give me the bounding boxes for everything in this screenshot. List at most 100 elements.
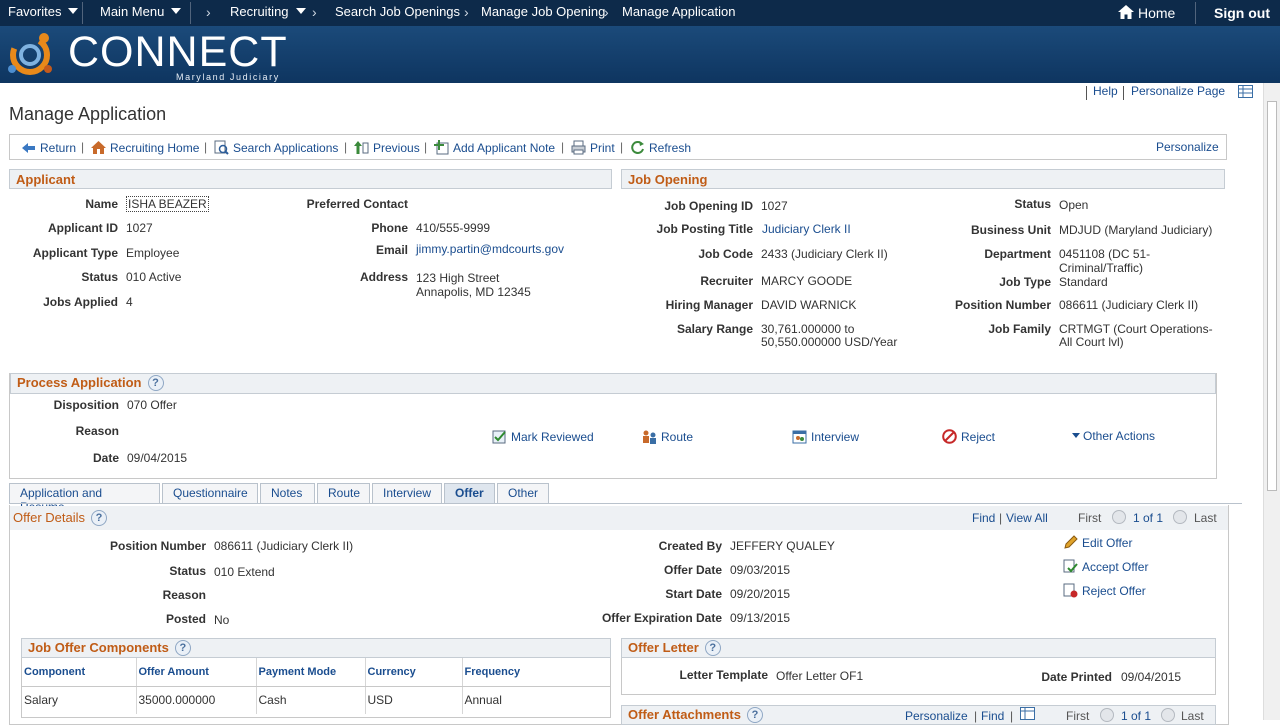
tab-questionnaire[interactable]: Questionnaire	[162, 483, 258, 503]
column-header-offer-amount[interactable]: Offer Amount	[136, 658, 257, 687]
divider: |	[204, 140, 208, 154]
favorites-menu[interactable]: Favorites	[8, 4, 79, 19]
recruiting-home-label: Recruiting Home	[110, 141, 200, 155]
home-label: Home	[1138, 5, 1176, 21]
banner: CONNECT Maryland Judiciary	[0, 26, 1280, 83]
reject-offer-label: Reject Offer	[1082, 584, 1146, 598]
reject-document-icon	[1063, 583, 1078, 598]
offer-expiration: 09/13/2015	[730, 611, 791, 625]
offer-position: 086611 (Judiciary Clerk II)	[214, 539, 354, 553]
divider: |	[1010, 709, 1014, 723]
search-applications-button[interactable]: Search Applications	[214, 140, 338, 155]
last-link[interactable]: Last	[1194, 511, 1217, 525]
offer-details-title: Offer Details?	[13, 510, 108, 526]
business-unit: MDJUD (Maryland Judiciary)	[1059, 223, 1213, 237]
attachments-last-link[interactable]: Last	[1181, 709, 1204, 723]
recruiting-home-button[interactable]: Recruiting Home	[91, 140, 199, 155]
print-button[interactable]: Print	[571, 140, 615, 155]
refresh-button[interactable]: Refresh	[630, 140, 691, 155]
created-by: JEFFERY QUALEY	[730, 539, 835, 553]
view-all-link[interactable]: View All	[1006, 511, 1048, 525]
tab-interview[interactable]: Interview	[372, 483, 442, 503]
personalize-page-link[interactable]: Personalize Page	[1131, 84, 1225, 98]
offer-position-label: Position Number	[109, 539, 206, 553]
nav-divider	[82, 2, 83, 24]
help-link[interactable]: Help	[1093, 84, 1118, 98]
attachments-first-link[interactable]: First	[1066, 709, 1089, 723]
date-printed: 09/04/2015	[1121, 670, 1182, 684]
tab-notes[interactable]: Notes	[260, 483, 315, 503]
reject-button[interactable]: Reject	[942, 429, 995, 444]
start-date: 09/20/2015	[730, 587, 791, 601]
accept-offer-button[interactable]: Accept Offer	[1063, 559, 1148, 574]
jobs-applied-label: Jobs Applied	[43, 295, 118, 309]
help-icon[interactable]: ?	[746, 707, 763, 723]
help-icon[interactable]: ?	[91, 510, 108, 526]
tab-route[interactable]: Route	[317, 483, 370, 503]
reject-label: Reject	[961, 430, 996, 444]
chevron-right-icon: ›	[206, 4, 211, 20]
applicant-status-label: Status	[81, 270, 118, 284]
other-actions-menu[interactable]: Other Actions	[1072, 429, 1155, 443]
tab-other[interactable]: Other	[497, 483, 549, 503]
help-icon[interactable]: ?	[174, 640, 191, 656]
search-applications-label: Search Applications	[233, 141, 339, 155]
help-icon[interactable]: ?	[704, 640, 721, 656]
cell-offer-amount: 35000.000000	[136, 686, 257, 714]
divider: |	[974, 709, 978, 723]
previous-button[interactable]: Previous	[354, 140, 420, 155]
action-toolbar: Return | Recruiting Home | Search Applic…	[9, 134, 1227, 160]
edit-offer-button[interactable]: Edit Offer	[1063, 535, 1132, 550]
attachments-personalize-link[interactable]: Personalize	[905, 709, 968, 723]
disposition-label: Disposition	[53, 398, 119, 412]
breadcrumb-search-job-openings[interactable]: Search Job Openings	[335, 4, 460, 19]
table-header-row: Component Offer Amount Payment Mode Curr…	[22, 658, 610, 687]
column-header-currency[interactable]: Currency	[365, 658, 463, 687]
attachments-find-link[interactable]: Find	[981, 709, 1004, 723]
divider	[1086, 86, 1087, 100]
grid-view-icon[interactable]	[1020, 707, 1035, 720]
first-link[interactable]: First	[1078, 511, 1101, 525]
vertical-scrollbar[interactable]	[1263, 83, 1280, 720]
route-button[interactable]: Route	[642, 429, 693, 444]
personalize-link[interactable]: Personalize	[1156, 140, 1219, 154]
posted-label: Posted	[165, 612, 206, 626]
add-applicant-note-button[interactable]: Add Applicant Note	[434, 140, 555, 155]
help-icon[interactable]: ?	[147, 375, 164, 391]
job-offer-components-table: Component Offer Amount Payment Mode Curr…	[22, 658, 610, 714]
interview-button[interactable]: Interview	[792, 429, 859, 444]
scrollbar-thumb[interactable]	[1267, 101, 1277, 491]
tab-application-and-resume[interactable]: Application and Resume	[9, 483, 160, 514]
find-link[interactable]: Find	[972, 511, 995, 525]
column-header-frequency[interactable]: Frequency	[462, 658, 610, 687]
date-printed-label: Date Printed	[1041, 670, 1112, 684]
email-link[interactable]: jimmy.partin@mdcourts.gov	[416, 242, 564, 256]
sign-out-link[interactable]: Sign out	[1214, 5, 1270, 21]
date-label: Date	[92, 451, 119, 465]
grid-view-icon[interactable]	[1238, 85, 1253, 98]
column-header-component[interactable]: Component	[22, 658, 137, 687]
next-page-icon[interactable]	[1173, 510, 1187, 524]
applicant-name: ISHA BEAZER	[126, 196, 209, 212]
previous-page-icon[interactable]	[1112, 510, 1126, 524]
breadcrumb-manage-job-opening[interactable]: Manage Job Opening	[481, 4, 605, 19]
reject-offer-button[interactable]: Reject Offer	[1063, 583, 1146, 598]
breadcrumb-recruiting[interactable]: Recruiting	[230, 4, 306, 19]
department-line-2: Criminal/Traffic)	[1059, 261, 1144, 275]
tab-offer[interactable]: Offer	[444, 483, 495, 503]
refresh-icon	[631, 141, 644, 154]
column-header-payment-mode[interactable]: Payment Mode	[256, 658, 366, 687]
offer-letter-title: Offer Letter	[628, 640, 699, 655]
home-link[interactable]: Home	[1118, 5, 1175, 21]
previous-icon	[354, 141, 369, 154]
address-label: Address	[359, 270, 408, 284]
return-button[interactable]: Return	[21, 140, 76, 155]
attachments-page-indicator: 1 of 1	[1121, 709, 1152, 723]
search-document-icon	[214, 140, 229, 155]
job-posting-title-link[interactable]: Judiciary Clerk II	[762, 222, 851, 236]
edit-offer-label: Edit Offer	[1082, 536, 1133, 550]
main-menu[interactable]: Main Menu	[100, 4, 182, 19]
add-note-label: Add Applicant Note	[453, 141, 556, 155]
mark-reviewed-button[interactable]: Mark Reviewed	[492, 429, 594, 444]
disposition: 070 Offer	[127, 398, 177, 412]
